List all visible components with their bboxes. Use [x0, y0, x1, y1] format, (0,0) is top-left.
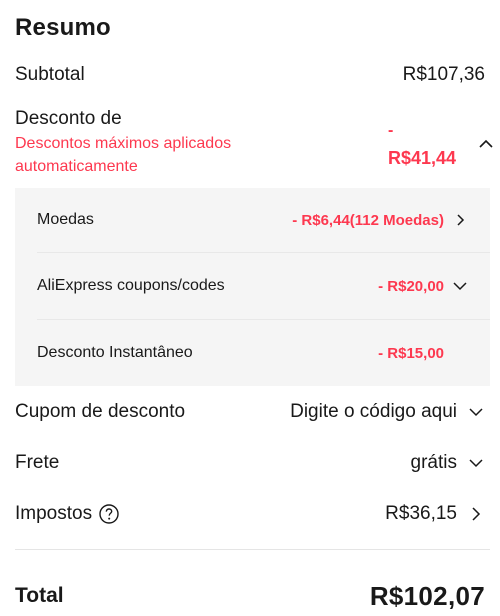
discount-item-label: Moedas [37, 211, 94, 228]
subtotal-row: Subtotal R$107,36 [15, 62, 485, 88]
subtotal-value: R$107,36 [402, 64, 485, 85]
discount-label: Desconto de [15, 108, 122, 129]
discount-value-sign: - [388, 122, 394, 139]
taxes-row[interactable]: Impostos R$36,15 [15, 500, 485, 528]
chevron-up-icon[interactable] [477, 135, 495, 153]
chevron-down-icon[interactable] [452, 278, 468, 294]
discount-item-label: Desconto Instantâneo [37, 344, 193, 361]
shipping-label: Frete [15, 452, 60, 473]
discount-item-coins[interactable]: Moedas - R$6,44(112 Moedas) [37, 205, 468, 235]
discount-item-value: - R$15,00 [378, 344, 444, 362]
chevron-down-icon[interactable] [467, 403, 485, 421]
coupon-row[interactable]: Cupom de desconto Digite o código aqui [15, 398, 485, 426]
discount-item-label: AliExpress coupons/codes [37, 277, 225, 294]
chevron-down-icon[interactable] [467, 454, 485, 472]
chevron-right-icon[interactable] [467, 505, 485, 523]
discount-note: Descontos máximos aplicados automaticame… [15, 135, 232, 175]
help-icon[interactable] [98, 503, 120, 525]
chevron-right-icon[interactable] [452, 212, 468, 228]
discount-value: R$41,44 [388, 148, 457, 168]
taxes-label: Impostos [15, 503, 93, 524]
discount-details-panel: Moedas - R$6,44(112 Moedas) AliExpress c… [15, 188, 490, 386]
divider [15, 549, 490, 550]
coupon-label: Cupom de desconto [15, 401, 186, 422]
total-label: Total [15, 584, 64, 607]
coupon-code-prompt[interactable]: Digite o código aqui [290, 401, 457, 423]
subtotal-label: Subtotal [15, 64, 85, 85]
shipping-row[interactable]: Frete grátis [15, 449, 485, 477]
discount-item-value: - R$6,44(112 Moedas) [292, 211, 444, 229]
discount-item-coupons[interactable]: AliExpress coupons/codes - R$20,00 [37, 271, 468, 301]
discount-item-instant: Desconto Instantâneo - R$15,00 [37, 338, 468, 368]
shipping-value: grátis [410, 452, 457, 473]
total-row: Total R$102,07 [15, 578, 485, 614]
total-value: R$102,07 [369, 580, 485, 611]
taxes-value: R$36,15 [385, 503, 457, 524]
page-title: Resumo [15, 14, 111, 41]
discount-item-value: - R$20,00 [378, 277, 444, 295]
